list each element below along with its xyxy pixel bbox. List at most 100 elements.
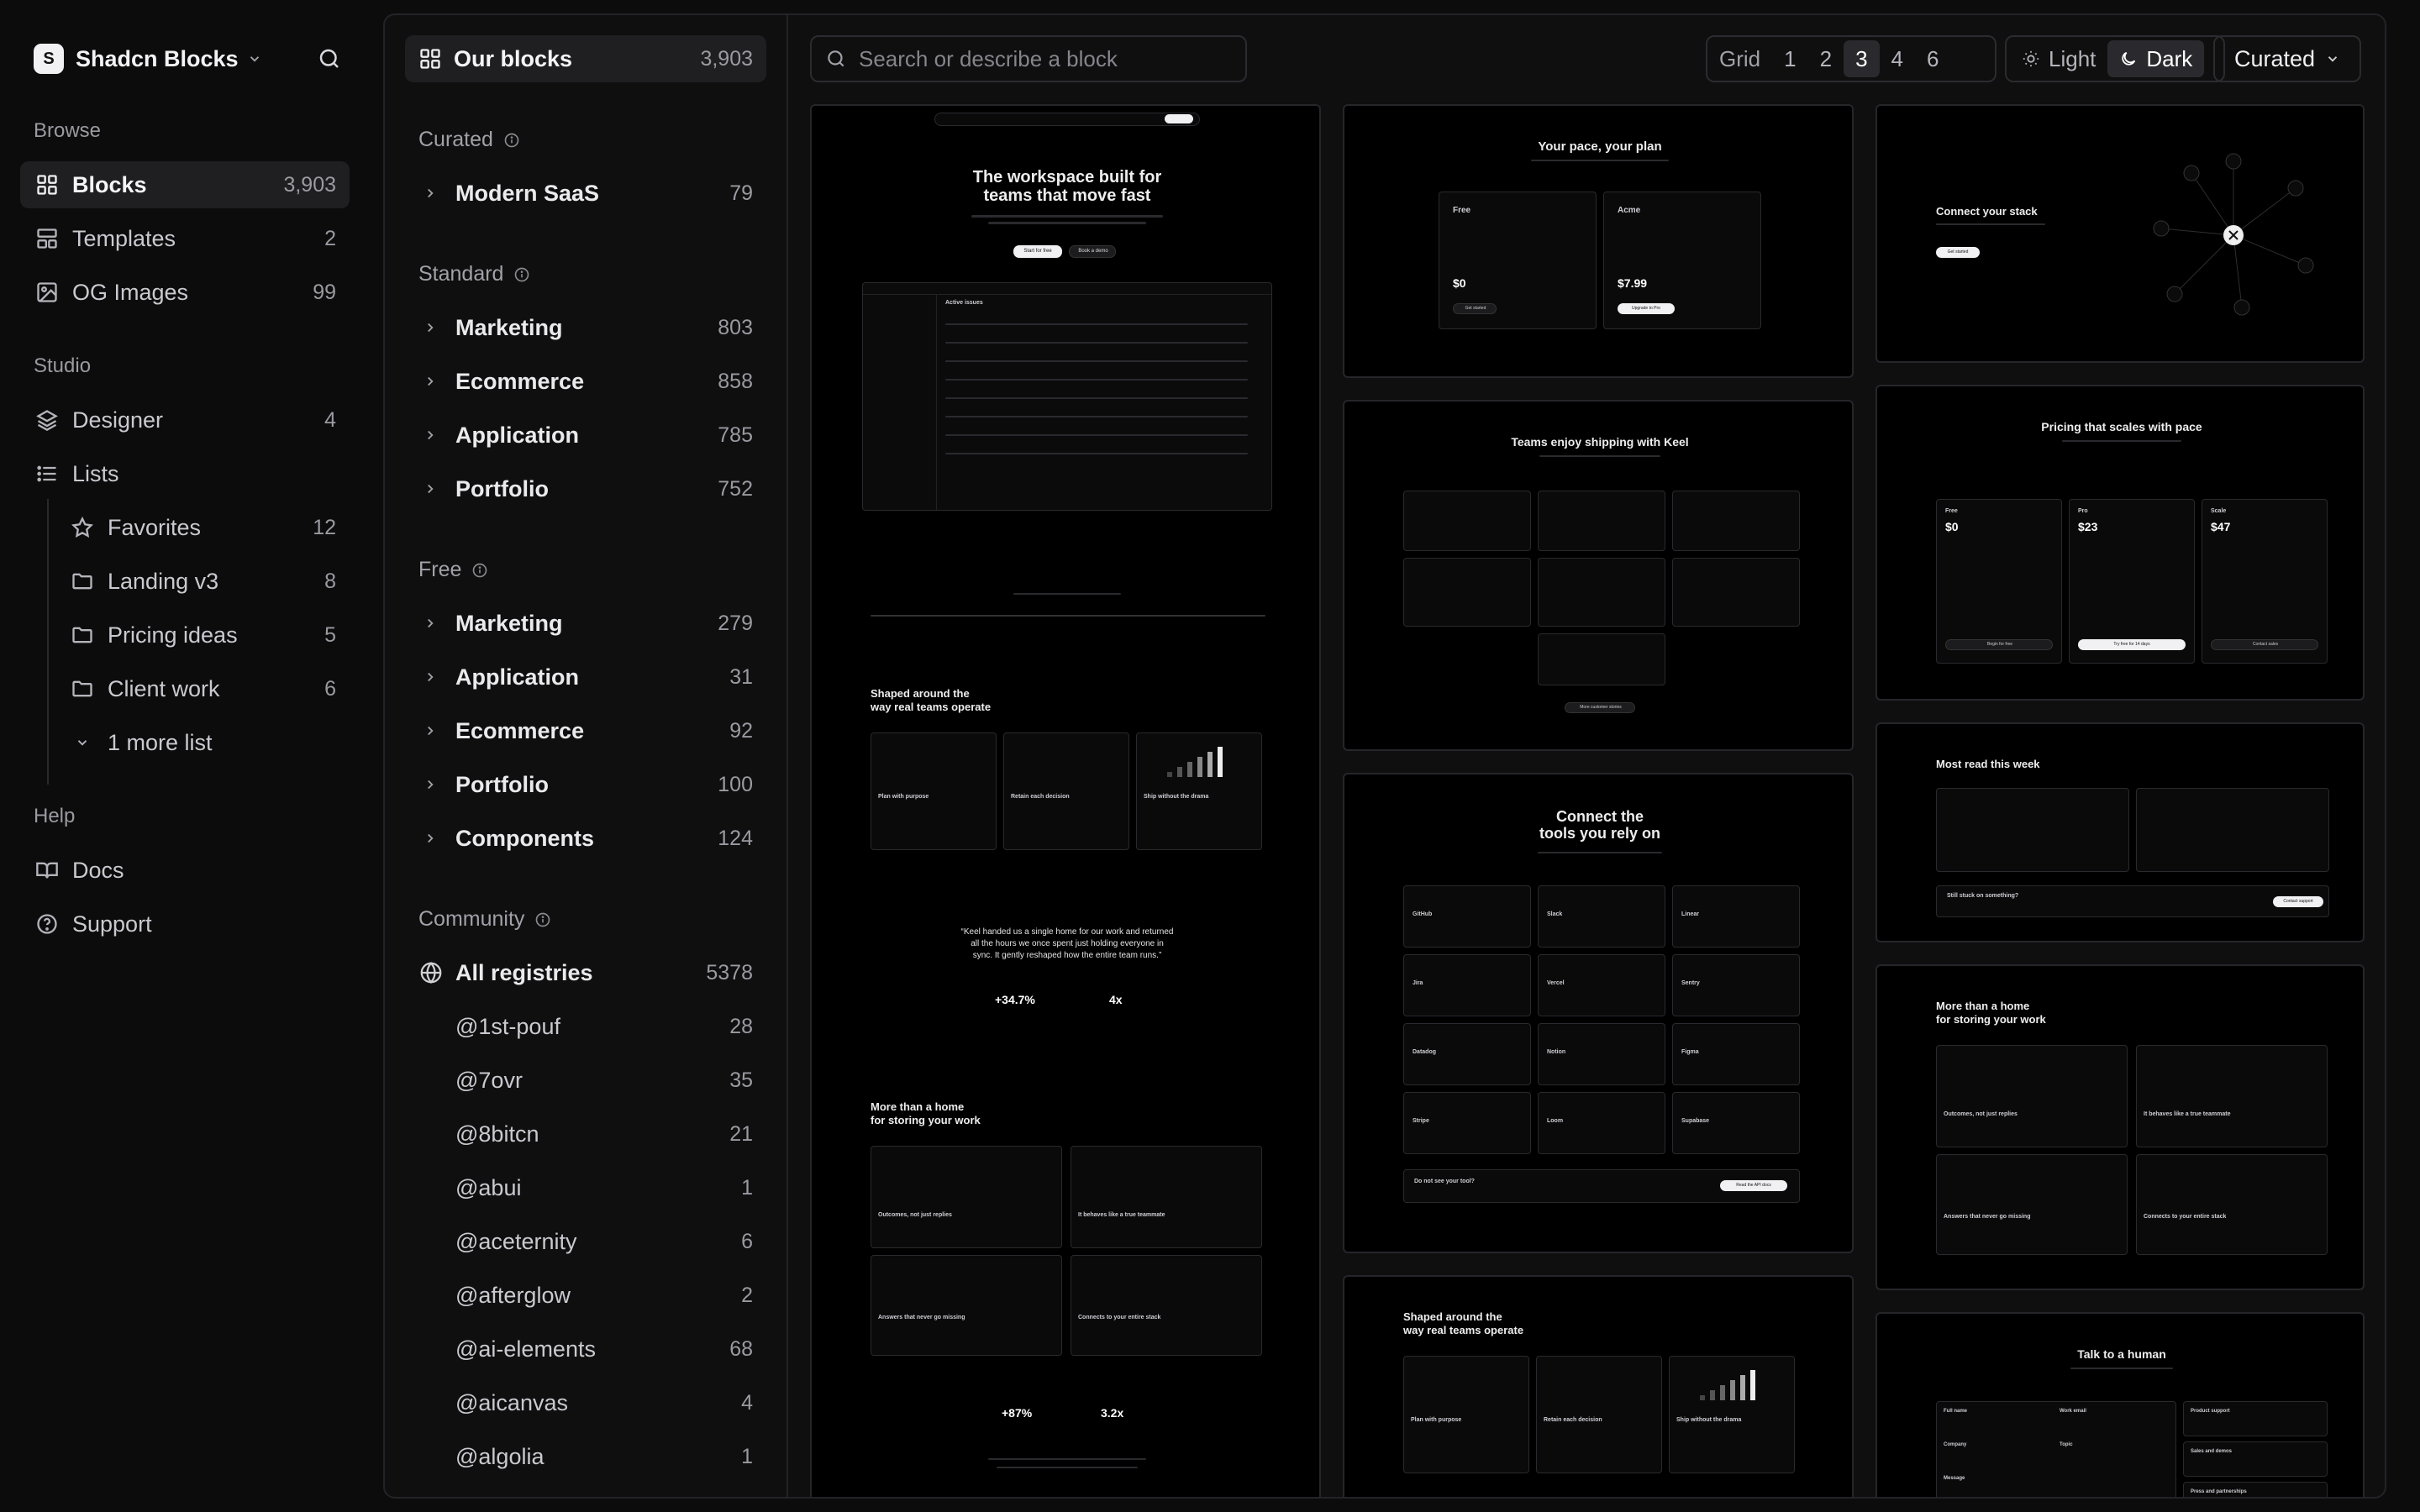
folder-icon [69, 675, 96, 702]
category-free-components[interactable]: Components 124 [405, 815, 766, 862]
category-ecommerce[interactable]: Ecommerce 858 [405, 358, 766, 405]
category-label: Marketing [455, 314, 563, 340]
tier-card: Pro $23 Try free for 14 days [2069, 499, 2195, 664]
nav-item-blocks[interactable]: Blocks 3,903 [20, 161, 350, 208]
chevron-right-icon [418, 669, 442, 685]
integrations-subtitle-line [1538, 852, 1662, 853]
registry-algolia[interactable]: @algolia 1 [405, 1433, 766, 1480]
registry-afterglow[interactable]: @afterglow 2 [405, 1272, 766, 1319]
nav-item-designer[interactable]: Designer 4 [20, 396, 350, 444]
tool-name: Slack [1547, 911, 1563, 917]
all-registries-count: 5378 [706, 960, 753, 984]
chevron-down-icon [247, 51, 262, 66]
theme-light-button[interactable]: Light [2010, 40, 2107, 77]
registry-8bitcn[interactable]: @8bitcn 21 [405, 1110, 766, 1158]
most-read-title: Most read this week [1936, 758, 2040, 770]
preview-card-integrations[interactable]: Connect the tools you rely on GitHub Sla… [1343, 773, 1854, 1253]
tier-price: $23 [2078, 520, 2098, 533]
tier-button: Contact sales [2211, 639, 2318, 650]
grid-option-1[interactable]: 1 [1772, 40, 1807, 77]
grid-option-2[interactable]: 2 [1808, 40, 1844, 77]
preview-card-landing[interactable]: The workspace built for teams that move … [810, 104, 1321, 1497]
info-icon[interactable] [503, 132, 520, 149]
category-marketing[interactable]: Marketing 803 [405, 304, 766, 351]
more-lists-toggle[interactable]: 1 more list [55, 719, 350, 766]
category-portfolio[interactable]: Portfolio 752 [405, 465, 766, 512]
registry-ai-elements[interactable]: @ai-elements 68 [405, 1326, 766, 1373]
nav-item-lists[interactable]: Lists [20, 450, 350, 497]
registry-label: @afterglow [455, 1282, 571, 1308]
block-search[interactable] [810, 35, 1247, 82]
category-free-application[interactable]: Application 31 [405, 654, 766, 701]
category-application[interactable]: Application 785 [405, 412, 766, 459]
list-item-pricing-ideas[interactable]: Pricing ideas 5 [55, 612, 350, 659]
theme-dark-button[interactable]: Dark [2107, 40, 2205, 77]
preview-card-connect-stack[interactable]: Connect your stack Get started [1876, 104, 2365, 363]
category-free-ecommerce[interactable]: Ecommerce 92 [405, 707, 766, 754]
registry-aceternity[interactable]: @aceternity 6 [405, 1218, 766, 1265]
nav-item-label: Templates [72, 225, 176, 251]
mock-get-started [1165, 114, 1193, 123]
tool-cta-button: Read the API docs [1720, 1180, 1787, 1191]
nav-item-docs[interactable]: Docs [20, 847, 350, 894]
stat-value: +34.7% [995, 993, 1035, 1006]
list-icon [34, 460, 60, 487]
info-icon[interactable] [471, 562, 488, 579]
tool-card: Figma [1672, 1023, 1800, 1085]
grid-option-6[interactable]: 6 [1915, 40, 1950, 77]
preview-card-pricing[interactable]: Pricing that scales with pace Free $0 Be… [1876, 385, 2365, 701]
preview-card-contact[interactable]: Talk to a human Full name Work email Com… [1876, 1312, 2365, 1497]
category-free-marketing[interactable]: Marketing 279 [405, 600, 766, 647]
search-input[interactable] [859, 45, 1228, 72]
chevron-down-icon [2315, 51, 2340, 66]
brand-switcher[interactable]: S Shadcn Blocks [34, 40, 345, 77]
tier-price: $47 [2211, 520, 2231, 533]
registry-count: 68 [729, 1336, 753, 1361]
category-modern-saas[interactable]: Modern SaaS 79 [405, 170, 766, 217]
search-icon[interactable] [314, 44, 345, 74]
registry-7ovr[interactable]: @7ovr 35 [405, 1057, 766, 1104]
all-registries[interactable]: All registries 5378 [405, 949, 766, 996]
contact-option-title: Sales and demos [2191, 1449, 2233, 1454]
mock-navbar [934, 113, 1200, 126]
sun-icon [2022, 50, 2040, 68]
info-icon[interactable] [513, 266, 530, 283]
support-cta-button: Contact support [2273, 896, 2323, 907]
registry-aicanvas[interactable]: @aicanvas 4 [405, 1379, 766, 1426]
list-item-client-work[interactable]: Client work 6 [55, 665, 350, 712]
tool-card: GitHub [1403, 885, 1531, 948]
category-label: Modern SaaS [455, 180, 600, 206]
our-blocks-button[interactable]: Our blocks 3,903 [405, 35, 766, 82]
list-item-favorites[interactable]: Favorites 12 [55, 504, 350, 551]
registry-count: 21 [729, 1121, 753, 1146]
left-nav: S Shadcn Blocks Browse Blocks 3,903 Temp… [0, 0, 383, 1512]
preview-card-most-read[interactable]: Most read this week Still stuck on somet… [1876, 722, 2365, 942]
category-free-portfolio[interactable]: Portfolio 100 [405, 761, 766, 808]
category-count: 803 [718, 315, 753, 339]
form-label: Topic [2060, 1442, 2073, 1447]
features-title-line1: Shaped around the [871, 687, 970, 700]
category-count: 100 [718, 772, 753, 796]
sort-curated-dropdown[interactable]: Curated [2213, 35, 2361, 82]
registry-label: @8bitcn [455, 1121, 539, 1147]
preview-card-testimonials[interactable]: Teams enjoy shipping with Keel More cust… [1343, 400, 1854, 751]
list-item-landing[interactable]: Landing v3 8 [55, 558, 350, 605]
grid-option-4[interactable]: 4 [1880, 40, 1915, 77]
registry-abui[interactable]: @abui 1 [405, 1164, 766, 1211]
preview-card-features[interactable]: Shaped around the way real teams operate… [1343, 1275, 1854, 1497]
nav-item-support[interactable]: Support [20, 900, 350, 948]
grid-option-3[interactable]: 3 [1844, 40, 1880, 77]
form-label: Message [1944, 1476, 1965, 1481]
registry-1st-pouf[interactable]: @1st-pouf 28 [405, 1003, 766, 1050]
category-label: Application [455, 664, 579, 690]
mock-row [945, 416, 1248, 417]
info-icon[interactable] [534, 911, 551, 928]
preview-card-pace-pricing[interactable]: Your pace, your plan Free $0 Get started… [1343, 104, 1854, 378]
grid-icon [34, 171, 60, 198]
category-label: Marketing [455, 610, 563, 636]
nav-item-templates[interactable]: Templates 2 [20, 215, 350, 262]
plan-name: Free [1453, 206, 1471, 215]
preview-card-home[interactable]: More than a home for storing your work O… [1876, 964, 2365, 1290]
nav-item-og-images[interactable]: OG Images 99 [20, 269, 350, 316]
testimonial-card [1403, 491, 1531, 551]
